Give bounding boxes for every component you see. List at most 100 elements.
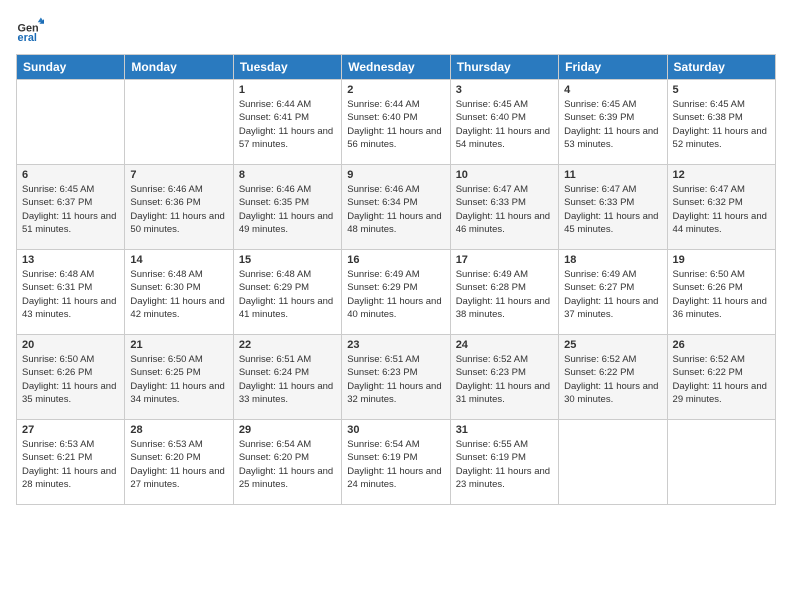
day-info: Sunrise: 6:50 AM Sunset: 6:26 PM Dayligh…	[22, 353, 119, 406]
calendar-cell: 19 Sunrise: 6:50 AM Sunset: 6:26 PM Dayli…	[667, 250, 775, 335]
calendar-cell: 15 Sunrise: 6:48 AM Sunset: 6:29 PM Dayli…	[233, 250, 341, 335]
page-header: Gen eral	[16, 16, 776, 44]
day-number: 1	[239, 84, 336, 96]
day-number: 12	[673, 169, 770, 181]
calendar-cell: 29 Sunrise: 6:54 AM Sunset: 6:20 PM Dayli…	[233, 420, 341, 505]
day-info: Sunrise: 6:46 AM Sunset: 6:34 PM Dayligh…	[347, 183, 444, 236]
day-number: 17	[456, 254, 553, 266]
calendar-cell: 30 Sunrise: 6:54 AM Sunset: 6:19 PM Dayli…	[342, 420, 450, 505]
day-number: 30	[347, 424, 444, 436]
day-number: 27	[22, 424, 119, 436]
day-number: 31	[456, 424, 553, 436]
day-number: 7	[130, 169, 227, 181]
day-number: 2	[347, 84, 444, 96]
calendar-cell: 18Sunrise: 6:49 AM Sunset: 6:27 PM Dayli…	[559, 250, 667, 335]
day-info: Sunrise: 6:44 AM Sunset: 6:40 PM Dayligh…	[347, 98, 444, 151]
calendar-cell: 3Sunrise: 6:45 AM Sunset: 6:40 PM Daylig…	[450, 80, 558, 165]
calendar-cell: 6Sunrise: 6:45 AM Sunset: 6:37 PM Daylig…	[17, 165, 125, 250]
calendar-cell: 16 Sunrise: 6:49 AM Sunset: 6:29 PM Dayli…	[342, 250, 450, 335]
calendar-cell: 1 Sunrise: 6:44 AM Sunset: 6:41 PM Daylig…	[233, 80, 341, 165]
calendar-week-row: 13Sunrise: 6:48 AM Sunset: 6:31 PM Dayli…	[17, 250, 776, 335]
calendar-week-row: 20Sunrise: 6:50 AM Sunset: 6:26 PM Dayli…	[17, 335, 776, 420]
day-number: 16	[347, 254, 444, 266]
day-number: 9	[347, 169, 444, 181]
day-number: 15	[239, 254, 336, 266]
day-number: 14	[130, 254, 227, 266]
day-info: Sunrise: 6:54 AM Sunset: 6:20 PM Dayligh…	[239, 438, 336, 491]
calendar-cell	[559, 420, 667, 505]
day-number: 11	[564, 169, 661, 181]
weekday-header-tuesday: Tuesday	[233, 55, 341, 80]
day-info: Sunrise: 6:45 AM Sunset: 6:38 PM Dayligh…	[673, 98, 770, 151]
day-info: Sunrise: 6:51 AM Sunset: 6:23 PM Dayligh…	[347, 353, 444, 406]
weekday-header-monday: Monday	[125, 55, 233, 80]
day-info: Sunrise: 6:47 AM Sunset: 6:33 PM Dayligh…	[456, 183, 553, 236]
calendar-table: SundayMondayTuesdayWednesdayThursdayFrid…	[16, 54, 776, 505]
day-info: Sunrise: 6:50 AM Sunset: 6:26 PM Dayligh…	[673, 268, 770, 321]
day-number: 10	[456, 169, 553, 181]
logo-icon: Gen eral	[16, 16, 44, 44]
day-info: Sunrise: 6:44 AM Sunset: 6:41 PM Dayligh…	[239, 98, 336, 151]
calendar-cell: 25Sunrise: 6:52 AM Sunset: 6:22 PM Dayli…	[559, 335, 667, 420]
weekday-header-row: SundayMondayTuesdayWednesdayThursdayFrid…	[17, 55, 776, 80]
day-number: 18	[564, 254, 661, 266]
weekday-header-thursday: Thursday	[450, 55, 558, 80]
day-info: Sunrise: 6:47 AM Sunset: 6:33 PM Dayligh…	[564, 183, 661, 236]
day-info: Sunrise: 6:48 AM Sunset: 6:30 PM Dayligh…	[130, 268, 227, 321]
weekday-header-sunday: Sunday	[17, 55, 125, 80]
weekday-header-friday: Friday	[559, 55, 667, 80]
calendar-cell: 27 Sunrise: 6:53 AM Sunset: 6:21 PM Dayli…	[17, 420, 125, 505]
calendar-week-row: 27 Sunrise: 6:53 AM Sunset: 6:21 PM Dayli…	[17, 420, 776, 505]
day-number: 29	[239, 424, 336, 436]
day-number: 22	[239, 339, 336, 351]
weekday-header-wednesday: Wednesday	[342, 55, 450, 80]
calendar-cell: 9 Sunrise: 6:46 AM Sunset: 6:34 PM Daylig…	[342, 165, 450, 250]
day-info: Sunrise: 6:51 AM Sunset: 6:24 PM Dayligh…	[239, 353, 336, 406]
calendar-cell: 20Sunrise: 6:50 AM Sunset: 6:26 PM Dayli…	[17, 335, 125, 420]
day-number: 28	[130, 424, 227, 436]
day-number: 4	[564, 84, 661, 96]
weekday-header-saturday: Saturday	[667, 55, 775, 80]
day-number: 6	[22, 169, 119, 181]
day-info: Sunrise: 6:48 AM Sunset: 6:29 PM Dayligh…	[239, 268, 336, 321]
day-info: Sunrise: 6:47 AM Sunset: 6:32 PM Dayligh…	[673, 183, 770, 236]
calendar-cell: 28Sunrise: 6:53 AM Sunset: 6:20 PM Dayli…	[125, 420, 233, 505]
day-info: Sunrise: 6:54 AM Sunset: 6:19 PM Dayligh…	[347, 438, 444, 491]
day-info: Sunrise: 6:53 AM Sunset: 6:21 PM Dayligh…	[22, 438, 119, 491]
calendar-cell: 2 Sunrise: 6:44 AM Sunset: 6:40 PM Daylig…	[342, 80, 450, 165]
day-info: Sunrise: 6:48 AM Sunset: 6:31 PM Dayligh…	[22, 268, 119, 321]
calendar-cell: 14 Sunrise: 6:48 AM Sunset: 6:30 PM Dayli…	[125, 250, 233, 335]
calendar-cell: 4 Sunrise: 6:45 AM Sunset: 6:39 PM Daylig…	[559, 80, 667, 165]
day-number: 23	[347, 339, 444, 351]
calendar-cell: 22 Sunrise: 6:51 AM Sunset: 6:24 PM Dayli…	[233, 335, 341, 420]
day-number: 8	[239, 169, 336, 181]
calendar-week-row: 1 Sunrise: 6:44 AM Sunset: 6:41 PM Daylig…	[17, 80, 776, 165]
calendar-cell: 5 Sunrise: 6:45 AM Sunset: 6:38 PM Daylig…	[667, 80, 775, 165]
day-info: Sunrise: 6:49 AM Sunset: 6:29 PM Dayligh…	[347, 268, 444, 321]
calendar-cell: 7Sunrise: 6:46 AM Sunset: 6:36 PM Daylig…	[125, 165, 233, 250]
day-info: Sunrise: 6:52 AM Sunset: 6:23 PM Dayligh…	[456, 353, 553, 406]
calendar-cell: 24Sunrise: 6:52 AM Sunset: 6:23 PM Dayli…	[450, 335, 558, 420]
day-info: Sunrise: 6:50 AM Sunset: 6:25 PM Dayligh…	[130, 353, 227, 406]
calendar-week-row: 6Sunrise: 6:45 AM Sunset: 6:37 PM Daylig…	[17, 165, 776, 250]
day-number: 19	[673, 254, 770, 266]
day-info: Sunrise: 6:45 AM Sunset: 6:40 PM Dayligh…	[456, 98, 553, 151]
day-number: 5	[673, 84, 770, 96]
day-info: Sunrise: 6:55 AM Sunset: 6:19 PM Dayligh…	[456, 438, 553, 491]
calendar-cell: 21 Sunrise: 6:50 AM Sunset: 6:25 PM Dayli…	[125, 335, 233, 420]
day-number: 26	[673, 339, 770, 351]
day-info: Sunrise: 6:52 AM Sunset: 6:22 PM Dayligh…	[564, 353, 661, 406]
day-number: 21	[130, 339, 227, 351]
day-info: Sunrise: 6:49 AM Sunset: 6:28 PM Dayligh…	[456, 268, 553, 321]
calendar-cell: 17 Sunrise: 6:49 AM Sunset: 6:28 PM Dayli…	[450, 250, 558, 335]
day-info: Sunrise: 6:45 AM Sunset: 6:39 PM Dayligh…	[564, 98, 661, 151]
calendar-cell: 11 Sunrise: 6:47 AM Sunset: 6:33 PM Dayli…	[559, 165, 667, 250]
calendar-cell	[125, 80, 233, 165]
calendar-cell: 26Sunrise: 6:52 AM Sunset: 6:22 PM Dayli…	[667, 335, 775, 420]
calendar-cell	[667, 420, 775, 505]
day-info: Sunrise: 6:46 AM Sunset: 6:35 PM Dayligh…	[239, 183, 336, 236]
calendar-cell: 10 Sunrise: 6:47 AM Sunset: 6:33 PM Dayli…	[450, 165, 558, 250]
calendar-cell: 31 Sunrise: 6:55 AM Sunset: 6:19 PM Dayli…	[450, 420, 558, 505]
calendar-cell: 8 Sunrise: 6:46 AM Sunset: 6:35 PM Daylig…	[233, 165, 341, 250]
calendar-cell: 12 Sunrise: 6:47 AM Sunset: 6:32 PM Dayli…	[667, 165, 775, 250]
